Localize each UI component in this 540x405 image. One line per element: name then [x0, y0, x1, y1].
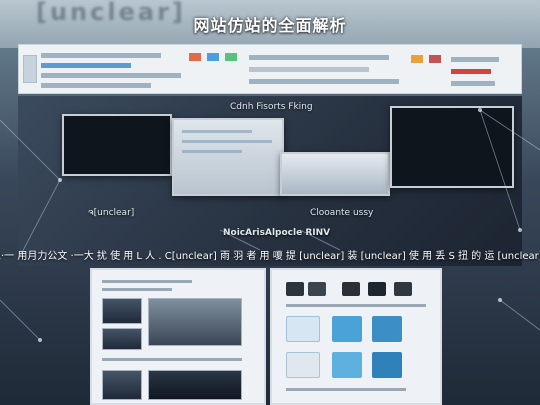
feature-card [332, 352, 362, 378]
color-block [411, 55, 423, 63]
screenshot-collage: Cdnh Fisorts Fking ຈ[unclear] Clooante u… [18, 96, 522, 266]
lower-left-screen [90, 268, 266, 405]
landscape-screen-image [62, 114, 172, 176]
collage-caption-left: ຈ[unclear] [88, 208, 135, 218]
tablet-screen-image [280, 152, 390, 196]
text-line [249, 79, 399, 84]
city-screen-image [390, 106, 514, 188]
text-line [249, 55, 389, 60]
collage-caption-right: Clooante ussy [310, 208, 374, 218]
feature-card [332, 316, 362, 342]
product-icon [286, 282, 304, 296]
text-line [451, 57, 499, 62]
lower-right-screen [270, 268, 442, 405]
subtitle-text: 速携 丙以·一 用月力公文 ·一大 扰 使 用 L 人 . C[unclear]… [0, 250, 540, 262]
text-line [41, 73, 181, 78]
main-image [148, 298, 242, 346]
text-line [41, 83, 151, 88]
color-block [225, 53, 237, 61]
page-title: 网站仿站的全面解析 [193, 16, 347, 35]
product-icon [394, 282, 412, 296]
product-icon [308, 282, 326, 296]
collage-caption-center: NoicArisAlpocle RINV [223, 228, 331, 238]
color-block [207, 53, 219, 61]
sidebar-thumbnail-icon [23, 55, 37, 83]
subtitle-strip: 速携 丙以·一 用月力公文 ·一大 扰 使 用 L 人 . C[unclear]… [0, 242, 540, 266]
feature-card [286, 352, 320, 378]
product-icon [342, 282, 360, 296]
feature-card [372, 316, 402, 342]
thumbnail-image [102, 328, 142, 350]
header-banner: [unclear] 网站仿站的全面解析 [0, 0, 540, 48]
text-line [41, 53, 161, 58]
page: [unclear] 网站仿站的全面解析 Cdnh Fisorts Fking ຈ… [0, 0, 540, 405]
color-block [429, 55, 441, 63]
thumbnail-image [102, 370, 142, 400]
collage-caption-top: Cdnh Fisorts Fking [230, 102, 313, 112]
feature-card [286, 316, 320, 342]
color-block [189, 53, 201, 61]
thumbnail-image [102, 298, 142, 324]
night-image [148, 370, 242, 400]
website-screenshot-top [18, 44, 522, 94]
text-line [451, 69, 491, 74]
laptop-screen-image [172, 118, 284, 196]
product-icon [368, 282, 386, 296]
text-line [41, 63, 131, 68]
text-line [249, 67, 369, 72]
feature-card [372, 352, 402, 378]
text-line [451, 81, 495, 86]
